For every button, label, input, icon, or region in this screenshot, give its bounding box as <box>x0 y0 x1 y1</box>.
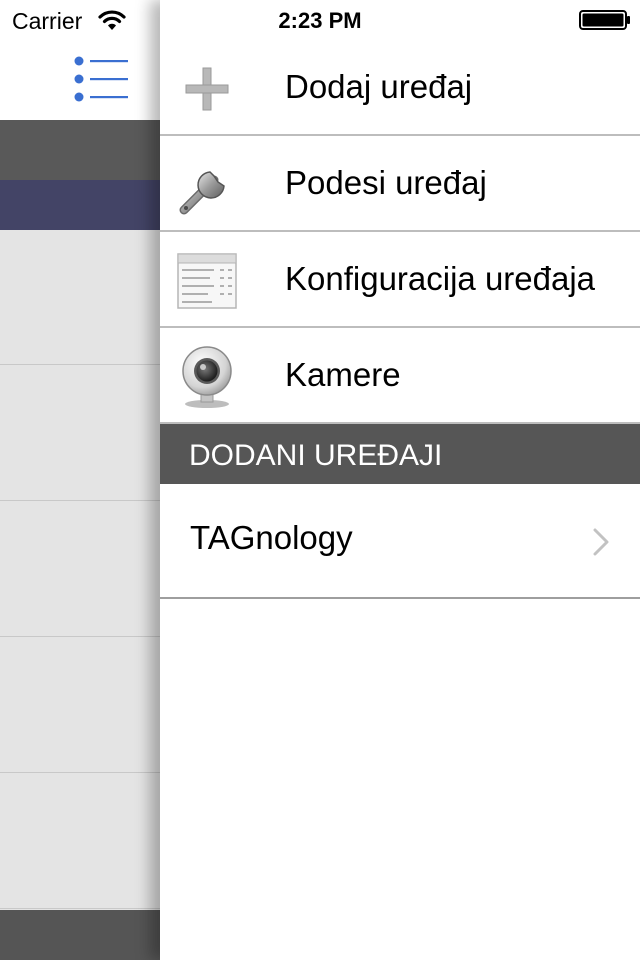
main-list-row[interactable] <box>0 638 160 773</box>
main-list-row[interactable] <box>0 502 160 637</box>
section-header: DODANI UREĐAJI <box>160 424 640 484</box>
main-selected-row[interactable] <box>0 180 160 230</box>
main-view <box>0 0 160 960</box>
device-row-tagnology[interactable]: TAGnology <box>160 484 640 599</box>
status-bar: Carrier 2:23 PM <box>0 0 640 40</box>
menu-item-add-device[interactable]: Dodaj uređaj <box>160 40 640 136</box>
menu-item-label: Kamere <box>285 356 401 393</box>
status-time: 2:23 PM <box>278 8 362 33</box>
menu-item-label: Podesi uređaj <box>285 164 487 201</box>
device-label: TAGnology <box>190 519 353 556</box>
webcam-icon <box>182 346 232 408</box>
app-screen: Carrier 2:23 PM Dodaj uređaj Podesi uređ… <box>0 0 640 960</box>
main-list-row[interactable] <box>0 366 160 501</box>
menu-item-device-configuration[interactable]: Konfiguracija uređaja <box>160 232 640 328</box>
wrench-icon <box>179 160 232 215</box>
plus-icon <box>185 67 229 111</box>
menu-item-label: Konfiguracija uređaja <box>285 260 596 297</box>
list-icon[interactable] <box>68 54 132 106</box>
battery-icon <box>579 10 630 30</box>
main-header-band <box>0 120 160 180</box>
side-menu: Dodaj uređaj Podesi uređaj Konfiguracija… <box>160 0 640 960</box>
menu-item-cameras[interactable]: Kamere <box>160 328 640 424</box>
menu-item-label: Dodaj uređaj <box>285 68 473 105</box>
section-header-label: DODANI UREĐAJI <box>189 439 443 472</box>
chevron-right-icon <box>593 528 609 556</box>
table-icon <box>177 253 237 309</box>
main-list-row[interactable] <box>0 774 160 909</box>
menu-item-configure-device[interactable]: Podesi uređaj <box>160 136 640 232</box>
main-list-row[interactable] <box>0 230 160 365</box>
main-bottom-bar <box>0 910 160 960</box>
